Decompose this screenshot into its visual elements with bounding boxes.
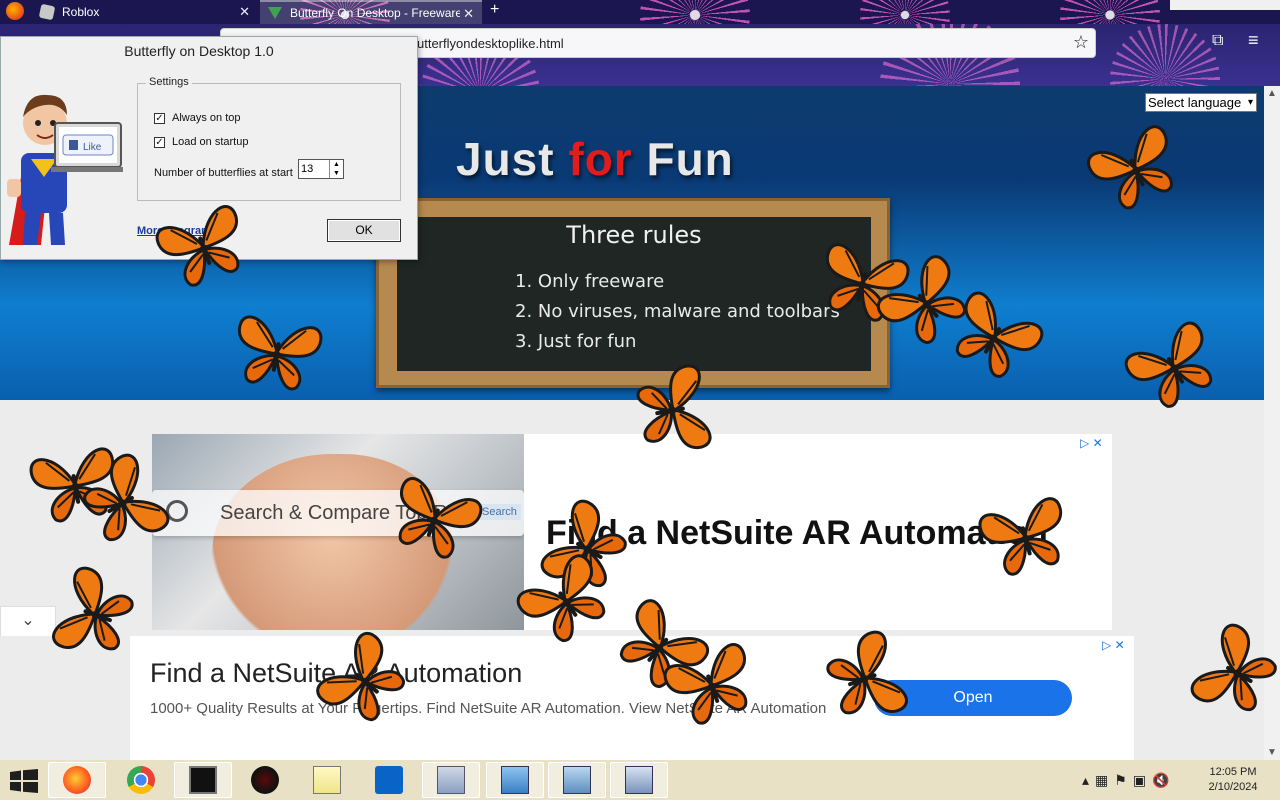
tab-label: Roblox bbox=[62, 5, 100, 19]
chevron-down-icon: ⌄ bbox=[21, 612, 35, 629]
superhero-mascot-icon: Like bbox=[7, 94, 123, 245]
butterfly-icon bbox=[628, 359, 722, 462]
clock-date: 2/10/2024 bbox=[1208, 781, 1258, 793]
firefox-icon bbox=[63, 766, 91, 794]
taskbar-firefox[interactable] bbox=[48, 762, 106, 798]
dialog-title: Butterfly on Desktop 1.0 bbox=[124, 43, 274, 59]
taskbar-chrome[interactable] bbox=[112, 762, 170, 798]
scroll-up-icon[interactable]: ▲ bbox=[1267, 88, 1277, 99]
tab-butterfly[interactable]: Butterfly On Desktop - Freeware ✕ bbox=[260, 0, 482, 24]
rule-item: 3. Just for fun bbox=[515, 331, 637, 352]
notepad-icon bbox=[313, 766, 341, 794]
language-select[interactable]: Select language ▾ bbox=[1145, 93, 1257, 112]
butterfly-icon bbox=[226, 305, 329, 399]
rule-item: 2. No viruses, malware and toolbars bbox=[515, 301, 840, 322]
windows-start-icon[interactable] bbox=[10, 769, 38, 793]
roblox-icon bbox=[38, 3, 56, 21]
settings-group: Settings ✓ Always on top ✓ Load on startup… bbox=[137, 76, 401, 201]
ok-button[interactable]: OK bbox=[327, 219, 401, 242]
taskbar-command-prompt[interactable] bbox=[174, 762, 232, 798]
checkbox-checked-icon: ✓ bbox=[154, 136, 165, 148]
butterfly-count-stepper[interactable]: 13 ▲ ▼ bbox=[298, 159, 344, 179]
extensions-icon[interactable]: ⧉ bbox=[1212, 32, 1223, 50]
tab-label: Butterfly On Desktop - Freeware bbox=[290, 6, 460, 20]
obs-icon bbox=[251, 766, 279, 794]
close-icon[interactable]: ✕ bbox=[463, 6, 474, 22]
outlook-icon bbox=[375, 766, 403, 794]
browser-tab-bar: Roblox ✕ Butterfly On Desktop - Freeware… bbox=[0, 0, 1280, 24]
settings-legend: Settings bbox=[146, 76, 192, 88]
butterfly-count-value: 13 bbox=[301, 163, 314, 175]
always-on-top-checkbox[interactable]: ✓ Always on top bbox=[154, 112, 240, 124]
adchoices-icon[interactable]: ▷ ✕ bbox=[1102, 638, 1125, 652]
rule-item: 1. Only freeware bbox=[515, 271, 665, 292]
taskbar-outlook[interactable] bbox=[360, 762, 418, 798]
checkbox-checked-icon: ✓ bbox=[154, 112, 165, 124]
flag-icon: ⚑ bbox=[1114, 772, 1133, 788]
taskbar: ▴▦⚑▣🔇 12:05 PM 2/10/2024 bbox=[0, 760, 1280, 800]
download-icon bbox=[268, 7, 282, 19]
network-icon: ▦ bbox=[1095, 772, 1115, 788]
window-controls[interactable] bbox=[1170, 0, 1280, 10]
bookmark-star-icon[interactable]: ☆ bbox=[1073, 32, 1089, 53]
taskbar-clock[interactable]: 12:05 PM 2/10/2024 bbox=[1198, 765, 1268, 795]
adchoices-icon[interactable]: ▷ ✕ bbox=[1080, 436, 1103, 450]
taskbar-network[interactable] bbox=[548, 762, 606, 798]
taskbar-performance-monitor[interactable] bbox=[422, 762, 480, 798]
hero-title: Just for Fun bbox=[456, 133, 734, 185]
butterfly-count-label: Number of butterflies at start bbox=[154, 167, 293, 179]
terminal-icon bbox=[189, 766, 217, 794]
monitor-icon: ▣ bbox=[1132, 772, 1153, 788]
like-label: Like bbox=[83, 142, 102, 153]
taskbar-notepad[interactable] bbox=[298, 762, 356, 798]
tab-roblox[interactable]: Roblox ✕ bbox=[0, 0, 258, 24]
keyboard-icon bbox=[625, 766, 653, 794]
chevron-down-icon: ▾ bbox=[1247, 97, 1253, 108]
load-on-startup-checkbox[interactable]: ✓ Load on startup bbox=[154, 136, 248, 148]
new-tab-icon[interactable]: + bbox=[490, 1, 499, 19]
board-title: Three rules bbox=[566, 221, 702, 249]
chrome-icon bbox=[127, 766, 155, 794]
show-hidden-icons-icon: ▴ bbox=[1082, 772, 1096, 788]
clock-time: 12:05 PM bbox=[1209, 766, 1257, 778]
control-panel-icon bbox=[501, 766, 529, 794]
taskbar-obs[interactable] bbox=[236, 762, 294, 798]
spinner-arrows-icon[interactable]: ▲ ▼ bbox=[329, 160, 343, 178]
scroll-down-icon[interactable]: ▼ bbox=[1267, 747, 1277, 758]
network-icon bbox=[563, 766, 591, 794]
taskbar-control-panel[interactable] bbox=[486, 762, 544, 798]
monitor-icon bbox=[437, 766, 465, 794]
url-text: utterflyondesktoplike.html bbox=[417, 36, 564, 51]
close-icon[interactable]: ✕ bbox=[239, 4, 250, 20]
taskbar-remote-desktop[interactable] bbox=[610, 762, 668, 798]
speaker-muted-icon: 🔇 bbox=[1152, 772, 1176, 788]
system-tray[interactable]: ▴▦⚑▣🔇 bbox=[1082, 772, 1176, 789]
menu-icon[interactable]: ≡ bbox=[1248, 30, 1259, 51]
